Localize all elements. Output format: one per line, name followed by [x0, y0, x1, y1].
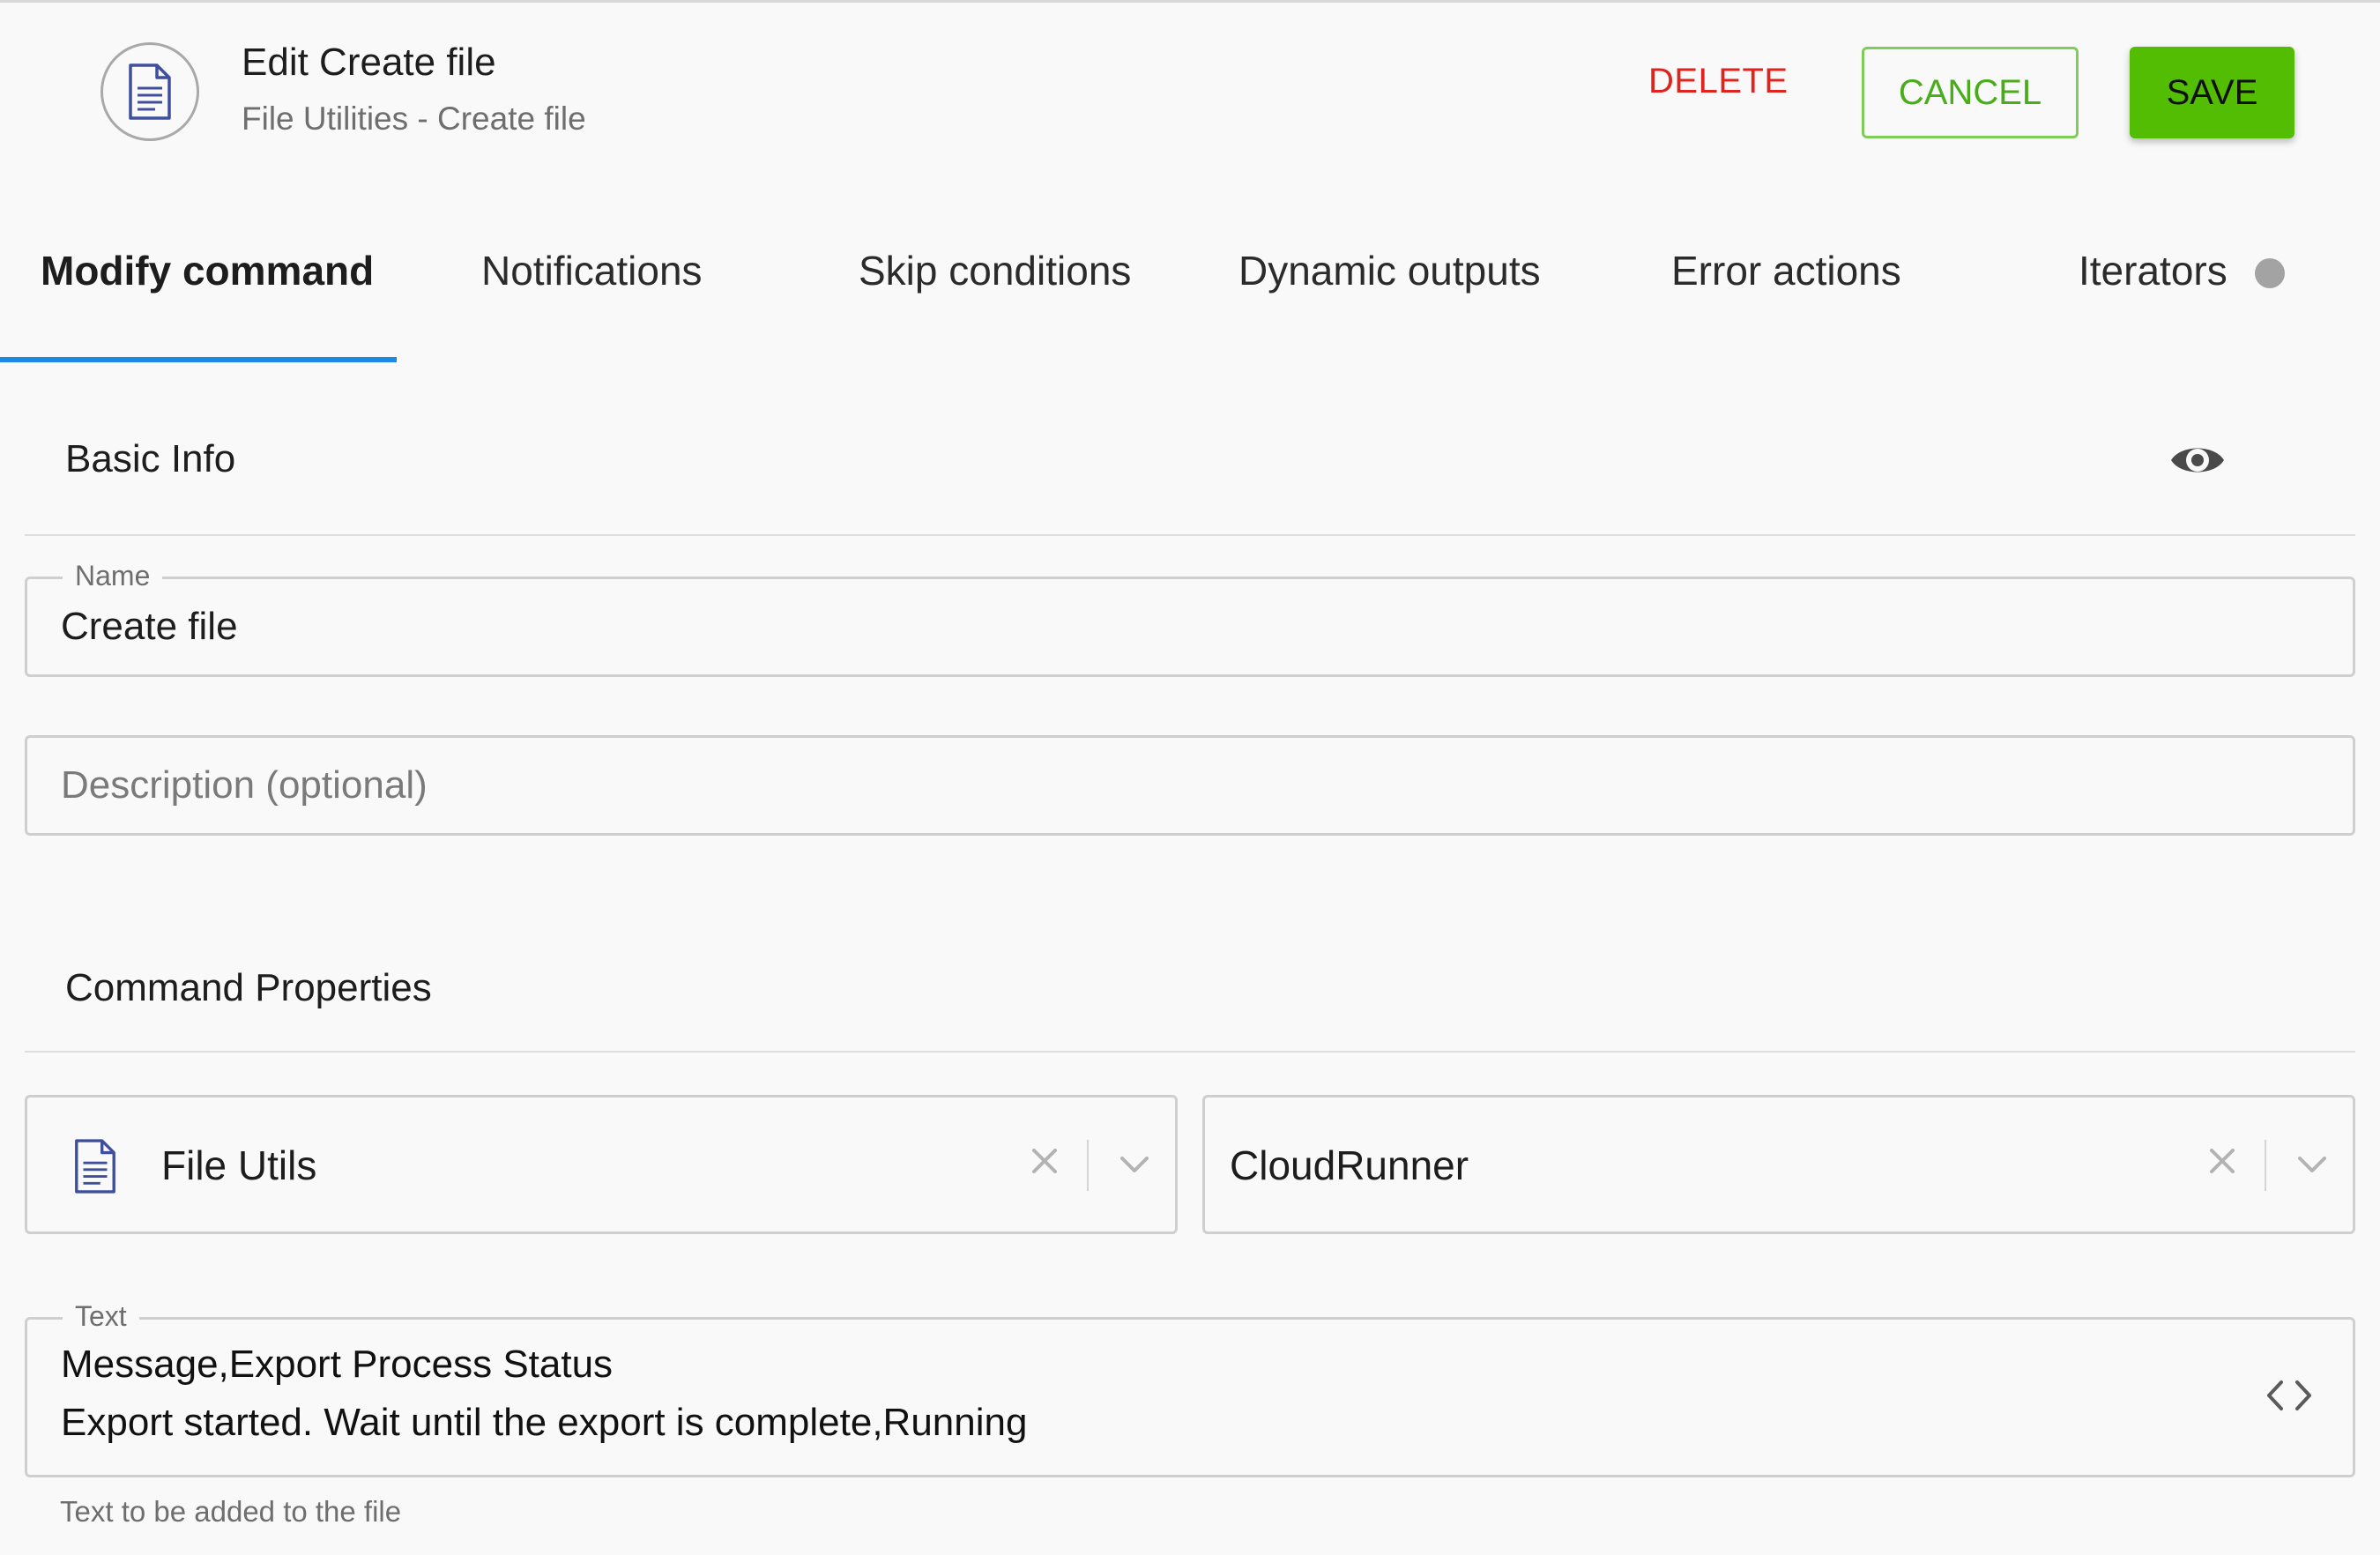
delete-button[interactable]: DELETE [1648, 62, 1789, 101]
tab-bar: Modify command Notifications Skip condit… [0, 212, 2380, 363]
description-field [25, 735, 2355, 836]
page-title: Edit Create file [242, 41, 496, 84]
basic-info-divider [25, 534, 2355, 536]
tab-error-actions[interactable]: Error actions [1671, 247, 1901, 294]
description-input[interactable] [61, 738, 2319, 833]
close-icon[interactable] [1027, 1143, 1062, 1179]
text-line: Export started. Wait until the export is… [61, 1401, 1028, 1444]
header: Edit Create file File Utilities - Create… [0, 0, 2380, 176]
basic-info-heading: Basic Info [65, 437, 236, 480]
tab-dynamic-outputs[interactable]: Dynamic outputs [1238, 247, 1541, 294]
runner-select-value: CloudRunner [1230, 1142, 1469, 1188]
plugin-select-value: File Utils [161, 1142, 317, 1188]
text-field[interactable]: Text Message,Export Process Status Expor… [25, 1300, 2355, 1477]
active-tab-indicator [0, 357, 397, 362]
select-separator [1087, 1140, 1089, 1191]
iterators-status-dot [2255, 258, 2285, 288]
tab-modify-command[interactable]: Modify command [41, 247, 374, 294]
runner-select[interactable]: CloudRunner [1202, 1095, 2355, 1234]
page-subtitle: File Utilities - Create file [242, 100, 586, 137]
document-icon [71, 1136, 119, 1201]
text-helper: Text to be added to the file [60, 1495, 402, 1528]
text-label: Text [63, 1300, 139, 1333]
save-button[interactable]: SAVE [2130, 47, 2294, 138]
close-icon[interactable] [2205, 1143, 2240, 1179]
code-icon[interactable] [2262, 1375, 2317, 1416]
tab-iterators[interactable]: Iterators [2079, 247, 2228, 294]
command-properties-heading: Command Properties [65, 966, 432, 1009]
eye-icon[interactable] [2168, 437, 2227, 483]
select-separator [2265, 1140, 2266, 1191]
cancel-button[interactable]: CANCEL [1862, 47, 2079, 138]
chevron-down-icon[interactable] [2294, 1147, 2330, 1182]
text-line: Message,Export Process Status [61, 1343, 614, 1386]
tab-skip-conditions[interactable]: Skip conditions [859, 247, 1131, 294]
name-field: Name [25, 560, 2355, 677]
plugin-select[interactable]: File Utils [25, 1095, 1178, 1234]
name-input[interactable] [61, 579, 2319, 674]
chevron-down-icon[interactable] [1117, 1147, 1152, 1182]
command-properties-divider [25, 1051, 2355, 1053]
tab-notifications[interactable]: Notifications [481, 247, 703, 294]
document-icon [100, 42, 199, 141]
